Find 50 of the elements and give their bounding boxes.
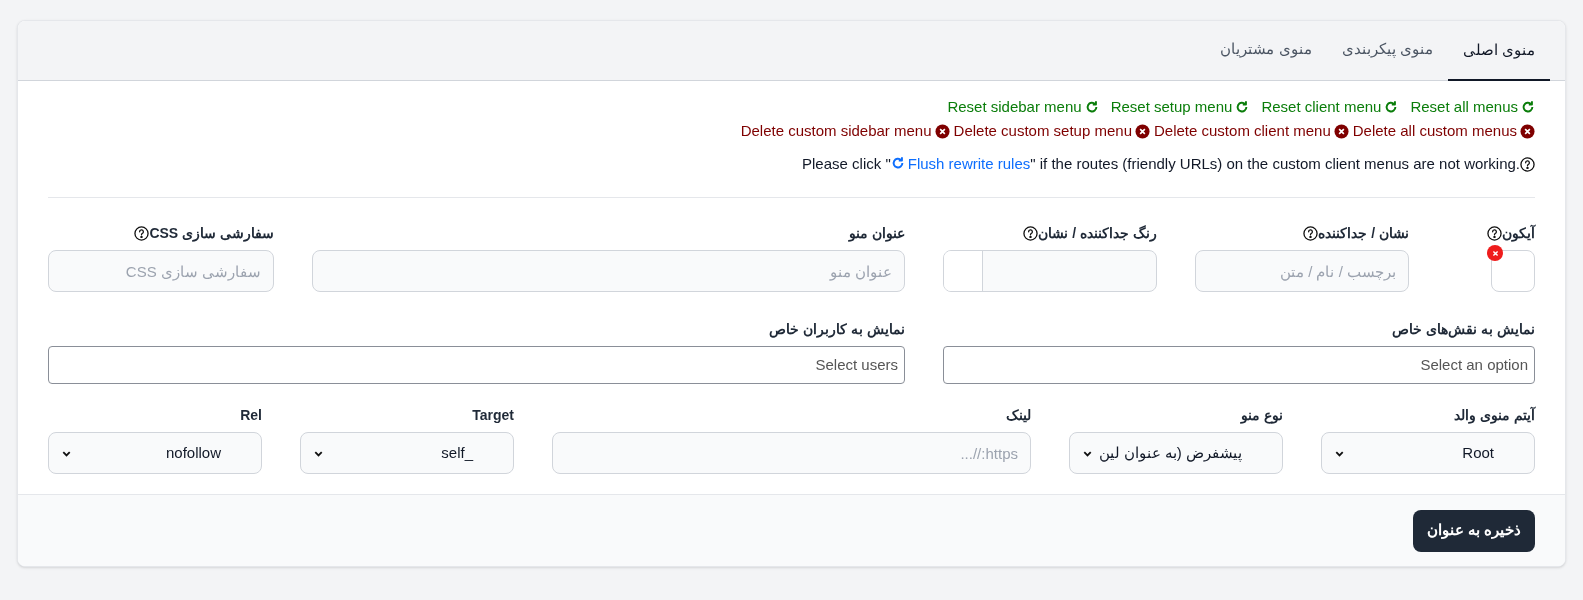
field-label: آیتم منوی والد [1454,405,1535,426]
help-icon [1520,156,1535,172]
tab[interactable]: منوی مشتریان [1205,21,1327,80]
text-input[interactable]: عنوان منو [312,250,905,292]
refresh-icon [1084,100,1099,114]
clear-icon[interactable] [1487,245,1503,261]
field-label: آیکون [1502,223,1535,244]
reset-link[interactable]: Reset client menu [1261,95,1399,119]
save-as-button[interactable]: ذخیره به عنوان [1412,509,1535,552]
select-field[interactable]: پیشفرض (به عنوان لین [1069,432,1283,474]
field-label: نشان / جداکننده [1318,223,1409,243]
multiselect-field[interactable]: Select an option [943,346,1535,384]
field-label: Target [472,405,514,425]
field-label: نوع منو [1241,405,1283,426]
field-label: نمایش به کاربران خاص [769,319,905,340]
close-circle-icon [934,123,950,139]
close-circle-icon [1520,123,1535,139]
refresh-icon [1384,100,1399,114]
field-label: نمایش به نقش‌های خاص [1392,319,1535,340]
field-label: عنوان منو [849,223,905,244]
select-field[interactable]: _self [300,432,514,474]
close-circle-icon [1135,123,1150,139]
multiselect-field[interactable]: Select users [48,346,905,384]
delete-link[interactable]: Delete custom setup menu [953,119,1150,143]
icon-picker[interactable] [1491,250,1535,292]
notice-text: Please click " Flush rewrite rules" if the routes (friendly URLs) on the custom client menus are not working. [802,153,1520,174]
delete-link[interactable]: Delete custom client menu [1154,119,1349,143]
tab[interactable]: منوی پیکربندی [1326,21,1448,80]
color-swatch [944,251,983,291]
text-input[interactable]: https://... [552,432,1031,474]
delete-link[interactable]: Delete custom sidebar menu [740,119,950,143]
reset-link[interactable]: Reset all menus [1410,95,1535,119]
refresh-icon [890,155,905,170]
reset-link[interactable]: Reset sidebar menu [947,95,1099,119]
field-label: رنگ جداکننده / نشان [1038,223,1157,244]
flush-rewrite-link[interactable]: Flush rewrite rules [890,154,1031,172]
select-field[interactable]: nofollow [48,432,262,474]
tab[interactable]: منوی اصلی [1447,21,1550,81]
delete-link[interactable]: Delete all custom menus [1352,119,1535,143]
reset-link[interactable]: Reset setup menu [1110,95,1250,119]
field-label: سفارشی سازی CSS [149,223,274,244]
refresh-icon [1235,100,1250,114]
refresh-icon [1521,100,1535,114]
field-label: لینک [1006,405,1031,425]
text-input[interactable]: سفارشی سازی CSS [48,250,274,292]
color-input[interactable] [943,250,1157,292]
field-label: Rel [240,405,262,425]
select-field[interactable]: Root [1321,432,1535,474]
text-input[interactable]: برچسب / نام / متن [1195,250,1409,292]
close-circle-icon [1333,123,1349,139]
